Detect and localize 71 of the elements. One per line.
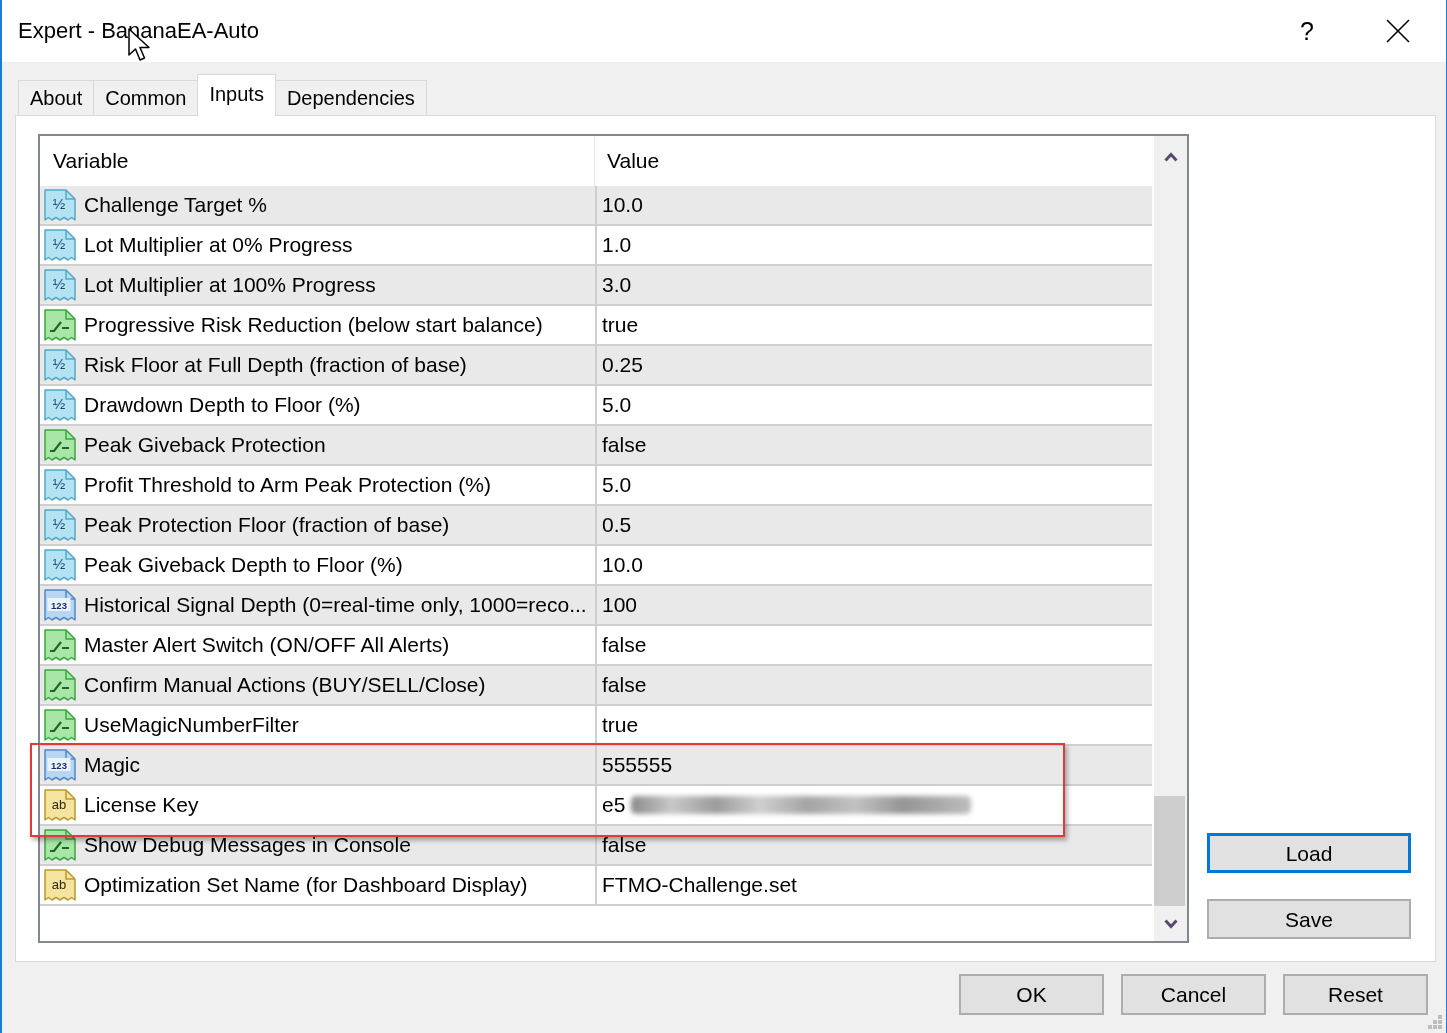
parameter-value: 1.0 (602, 232, 632, 258)
parameter-value: 5.0 (602, 472, 632, 498)
parameter-name: Confirm Manual Actions (BUY/SELL/Close) (84, 672, 486, 698)
switch-file-icon (44, 829, 76, 861)
parameter-value: false (602, 432, 647, 458)
chevron-down-icon (1163, 918, 1178, 929)
scrollbar-thumb[interactable] (1154, 796, 1185, 906)
parameter-value: e5 (602, 792, 626, 818)
number-file-icon: 123 (44, 749, 76, 781)
parameter-name: Lot Multiplier at 0% Progress (84, 232, 353, 258)
parameter-name: Drawdown Depth to Floor (%) (84, 392, 361, 418)
switch-file-icon (44, 629, 76, 661)
fraction-file-icon: ½ (44, 349, 76, 381)
dialog-button[interactable]: Reset (1283, 974, 1428, 1015)
number-file-icon: 123 (44, 589, 76, 621)
parameter-name: License Key (84, 792, 199, 818)
parameter-value: 10.0 (602, 192, 643, 218)
help-button[interactable]: ? (1272, 0, 1342, 62)
parameter-name: Historical Signal Depth (0=real-time only, 1000=reco... (84, 592, 587, 618)
parameter-name: Master Alert Switch (ON/OFF All Alerts) (84, 632, 450, 658)
fraction-file-icon: ½ (44, 229, 76, 261)
tab[interactable]: Inputs (197, 74, 276, 116)
switch-file-icon (44, 669, 76, 701)
parameter-value: 5.0 (602, 392, 632, 418)
parameter-value: 100 (602, 592, 638, 618)
parameter-name: Lot Multiplier at 100% Progress (84, 272, 376, 298)
column-header: Value (607, 148, 660, 174)
tab[interactable]: Dependencies (274, 80, 427, 115)
parameter-name: Risk Floor at Full Depth (fraction of base) (84, 352, 467, 378)
preset-button[interactable]: Load (1207, 833, 1411, 873)
parameter-value: false (602, 832, 647, 858)
fraction-file-icon: ½ (44, 189, 76, 221)
parameter-name: Magic (84, 752, 141, 778)
close-icon (1386, 19, 1410, 43)
parameter-name: Challenge Target % (84, 192, 267, 218)
parameter-value: 555555 (602, 752, 673, 778)
parameter-value: true (602, 712, 639, 738)
parameter-value: 0.25 (602, 352, 643, 378)
column-header: Variable (53, 148, 129, 174)
fraction-file-icon: ½ (44, 469, 76, 501)
switch-file-icon (44, 429, 76, 461)
dialog-button[interactable]: OK (959, 974, 1104, 1015)
fraction-file-icon: ½ (44, 509, 76, 541)
chevron-up-icon (1163, 152, 1178, 162)
fraction-file-icon: ½ (44, 549, 76, 581)
resize-grip-icon (1428, 1015, 1442, 1029)
fraction-file-icon: ½ (44, 389, 76, 421)
parameter-value: false (602, 672, 647, 698)
parameter-name: Peak Giveback Depth to Floor (%) (84, 552, 403, 578)
parameter-value: FTMO-Challenge.set (602, 872, 797, 898)
fraction-file-icon: ½ (44, 269, 76, 301)
parameter-value: false (602, 632, 647, 658)
dialog-button[interactable]: Cancel (1121, 974, 1266, 1015)
parameter-name: Show Debug Messages in Console (84, 832, 411, 858)
parameter-name: Progressive Risk Reduction (below start balance) (84, 312, 543, 338)
letters-file-icon: ab (44, 789, 76, 821)
parameter-value: 10.0 (602, 552, 643, 578)
switch-file-icon (44, 709, 76, 741)
parameter-name: UseMagicNumberFilter (84, 712, 299, 738)
parameter-name: Profit Threshold to Arm Peak Protection (%) (84, 472, 491, 498)
letters-file-icon: ab (44, 869, 76, 901)
parameter-name: Peak Protection Floor (fraction of base) (84, 512, 450, 538)
parameter-name: Peak Giveback Protection (84, 432, 326, 458)
parameter-value: 3.0 (602, 272, 632, 298)
preset-button[interactable]: Save (1207, 899, 1411, 939)
window-title: Expert - BananaEA-Auto (18, 17, 259, 45)
parameter-value: true (602, 312, 639, 338)
parameter-value: 0.5 (602, 512, 632, 538)
tab[interactable]: About (18, 80, 95, 115)
switch-file-icon (44, 309, 76, 341)
parameter-name: Optimization Set Name (for Dashboard Display) (84, 872, 528, 898)
